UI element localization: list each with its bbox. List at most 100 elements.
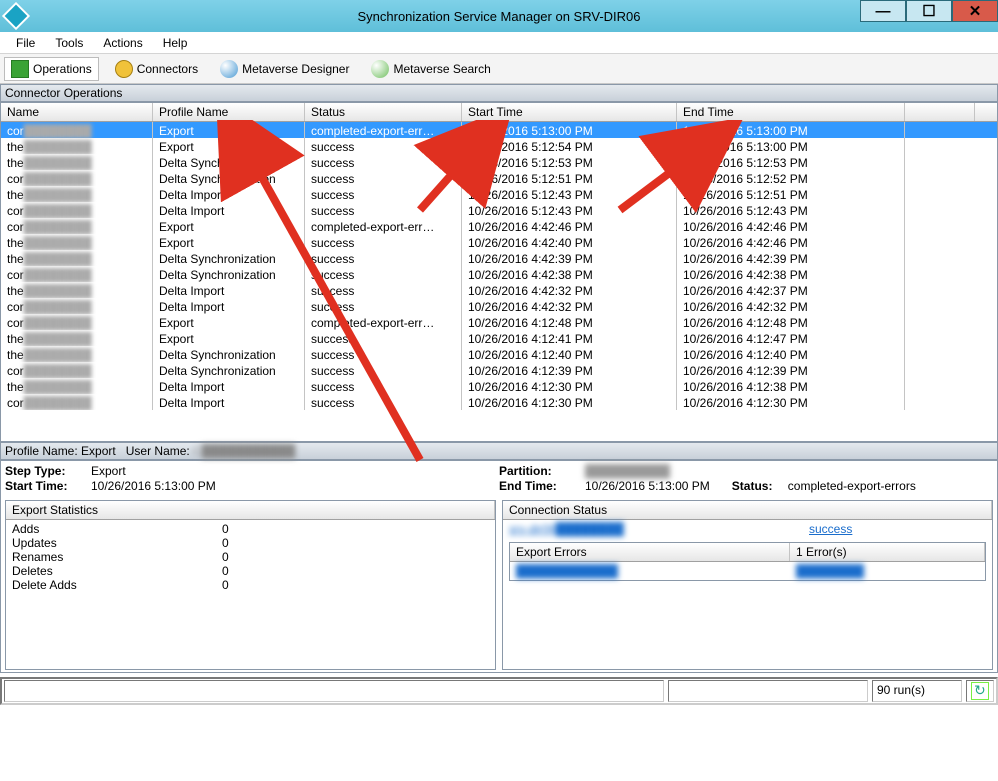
export-error-item[interactable]: ████████████ [516, 564, 796, 578]
minimize-button[interactable]: — [860, 0, 906, 22]
cell-start: 10/26/2016 4:12:48 PM [462, 314, 677, 330]
cell-profile: Delta Import [153, 378, 305, 394]
cell-end: 10/26/2016 5:12:51 PM [677, 186, 905, 202]
cell-name: the████████ [1, 186, 153, 202]
status-label: Status: [732, 479, 773, 493]
table-row[interactable]: cor████████Exportcompleted-export-err…10… [1, 122, 997, 138]
cell-profile: Export [153, 234, 305, 250]
cell-end: 10/26/2016 4:42:32 PM [677, 298, 905, 314]
cell-start: 10/26/2016 5:12:51 PM [462, 170, 677, 186]
cell-profile: Delta Import [153, 202, 305, 218]
operations-icon [11, 60, 29, 78]
col-profile[interactable]: Profile Name [153, 103, 305, 121]
maximize-button[interactable]: ☐ [906, 0, 952, 22]
window-title: Synchronization Service Manager on SRV-D… [357, 9, 640, 24]
stats-row: Delete Adds0 [12, 578, 489, 592]
cell-name: cor████████ [1, 394, 153, 410]
tab-metaverse-designer[interactable]: Metaverse Designer [214, 58, 355, 80]
status-bar: 90 run(s) [0, 677, 998, 705]
cell-start: 10/26/2016 4:12:39 PM [462, 362, 677, 378]
cell-start: 10/26/2016 4:12:41 PM [462, 330, 677, 346]
details-header: Profile Name: Export User Name: C███████… [0, 442, 998, 460]
table-row[interactable]: cor████████Delta Importsuccess10/26/2016… [1, 202, 997, 218]
cell-start: 10/26/2016 4:12:30 PM [462, 394, 677, 410]
stats-row: Updates0 [12, 536, 489, 550]
stat-label: Deletes [12, 564, 222, 578]
connectors-icon [115, 60, 133, 78]
refresh-icon[interactable] [971, 682, 989, 700]
col-status[interactable]: Status [305, 103, 462, 121]
table-row[interactable]: the████████Exportsuccess10/26/2016 4:12:… [1, 330, 997, 346]
profile-name-label: Profile Name: [5, 444, 78, 458]
cell-end: 10/26/2016 4:12:30 PM [677, 394, 905, 410]
export-statistics-panel: Export Statistics Adds0Updates0Renames0D… [5, 500, 496, 670]
table-row[interactable]: the████████Exportsuccess10/26/2016 5:12:… [1, 138, 997, 154]
cell-status: success [305, 170, 462, 186]
menu-file[interactable]: File [6, 34, 45, 52]
table-row[interactable]: the████████Exportsuccess10/26/2016 4:42:… [1, 234, 997, 250]
stat-label: Adds [12, 522, 222, 536]
menu-tools[interactable]: Tools [45, 34, 93, 52]
table-row[interactable]: cor████████Exportcompleted-export-err…10… [1, 314, 997, 330]
cell-end: 10/26/2016 5:12:53 PM [677, 154, 905, 170]
cell-start: 10/26/2016 4:42:32 PM [462, 282, 677, 298]
cell-start: 10/26/2016 5:13:00 PM [462, 122, 677, 138]
cell-end: 10/26/2016 4:42:37 PM [677, 282, 905, 298]
table-row[interactable]: the████████Delta Importsuccess10/26/2016… [1, 186, 997, 202]
start-time-value: 10/26/2016 5:13:00 PM [91, 479, 216, 493]
cell-profile: Delta Import [153, 394, 305, 410]
operations-grid: Name Profile Name Status Start Time End … [0, 102, 998, 442]
table-row[interactable]: the████████Delta Synchronizationsuccess1… [1, 154, 997, 170]
tab-metaverse-search[interactable]: Metaverse Search [365, 58, 496, 80]
connection-state-link[interactable]: success [809, 522, 852, 536]
cell-end: 10/26/2016 4:12:38 PM [677, 378, 905, 394]
table-row[interactable]: cor████████Delta Synchronizationsuccess1… [1, 266, 997, 282]
cell-name: the████████ [1, 154, 153, 170]
tab-label: Operations [33, 62, 92, 76]
col-end[interactable]: End Time [677, 103, 905, 121]
end-time-label: End Time: [499, 479, 579, 493]
table-row[interactable]: the████████Delta Synchronizationsuccess1… [1, 346, 997, 362]
table-row[interactable]: the████████Delta Synchronizationsuccess1… [1, 250, 997, 266]
cell-status: success [305, 186, 462, 202]
table-row[interactable]: cor████████Delta Importsuccess10/26/2016… [1, 298, 997, 314]
menu-actions[interactable]: Actions [93, 34, 152, 52]
cell-name: cor████████ [1, 314, 153, 330]
grid-body[interactable]: cor████████Exportcompleted-export-err…10… [1, 122, 997, 441]
cell-name: the████████ [1, 138, 153, 154]
col-extra[interactable] [905, 103, 975, 121]
col-name[interactable]: Name [1, 103, 153, 121]
cell-name: cor████████ [1, 122, 153, 138]
menu-help[interactable]: Help [153, 34, 198, 52]
table-row[interactable]: cor████████Delta Synchronizationsuccess1… [1, 170, 997, 186]
table-row[interactable]: cor████████Delta Synchronizationsuccess1… [1, 362, 997, 378]
table-row[interactable]: the████████Delta Importsuccess10/26/2016… [1, 378, 997, 394]
table-row[interactable]: cor████████Exportcompleted-export-err…10… [1, 218, 997, 234]
close-button[interactable]: ✕ [952, 0, 998, 22]
tab-label: Connectors [137, 62, 198, 76]
stats-row: Deletes0 [12, 564, 489, 578]
stat-label: Updates [12, 536, 222, 550]
toolbar: Operations Connectors Metaverse Designer… [0, 54, 998, 84]
cell-status: success [305, 202, 462, 218]
tab-operations[interactable]: Operations [4, 57, 99, 81]
partition-label: Partition: [499, 464, 579, 478]
cell-status: success [305, 154, 462, 170]
connection-server-link[interactable]: srv-dir06████████ [509, 522, 809, 536]
col-start[interactable]: Start Time [462, 103, 677, 121]
cell-name: the████████ [1, 250, 153, 266]
cell-status: success [305, 346, 462, 362]
cell-status: success [305, 378, 462, 394]
cell-status: completed-export-err… [305, 218, 462, 234]
table-row[interactable]: the████████Delta Importsuccess10/26/2016… [1, 282, 997, 298]
status-value: completed-export-errors [788, 479, 916, 493]
export-stats-header: Export Statistics [6, 501, 495, 519]
cell-profile: Delta Synchronization [153, 170, 305, 186]
cell-end: 10/26/2016 5:12:43 PM [677, 202, 905, 218]
stat-label: Delete Adds [12, 578, 222, 592]
tab-connectors[interactable]: Connectors [109, 58, 204, 80]
cell-start: 10/26/2016 5:12:43 PM [462, 202, 677, 218]
export-error-reason[interactable]: ████████ [796, 564, 864, 578]
cell-end: 10/26/2016 4:12:48 PM [677, 314, 905, 330]
table-row[interactable]: cor████████Delta Importsuccess10/26/2016… [1, 394, 997, 410]
